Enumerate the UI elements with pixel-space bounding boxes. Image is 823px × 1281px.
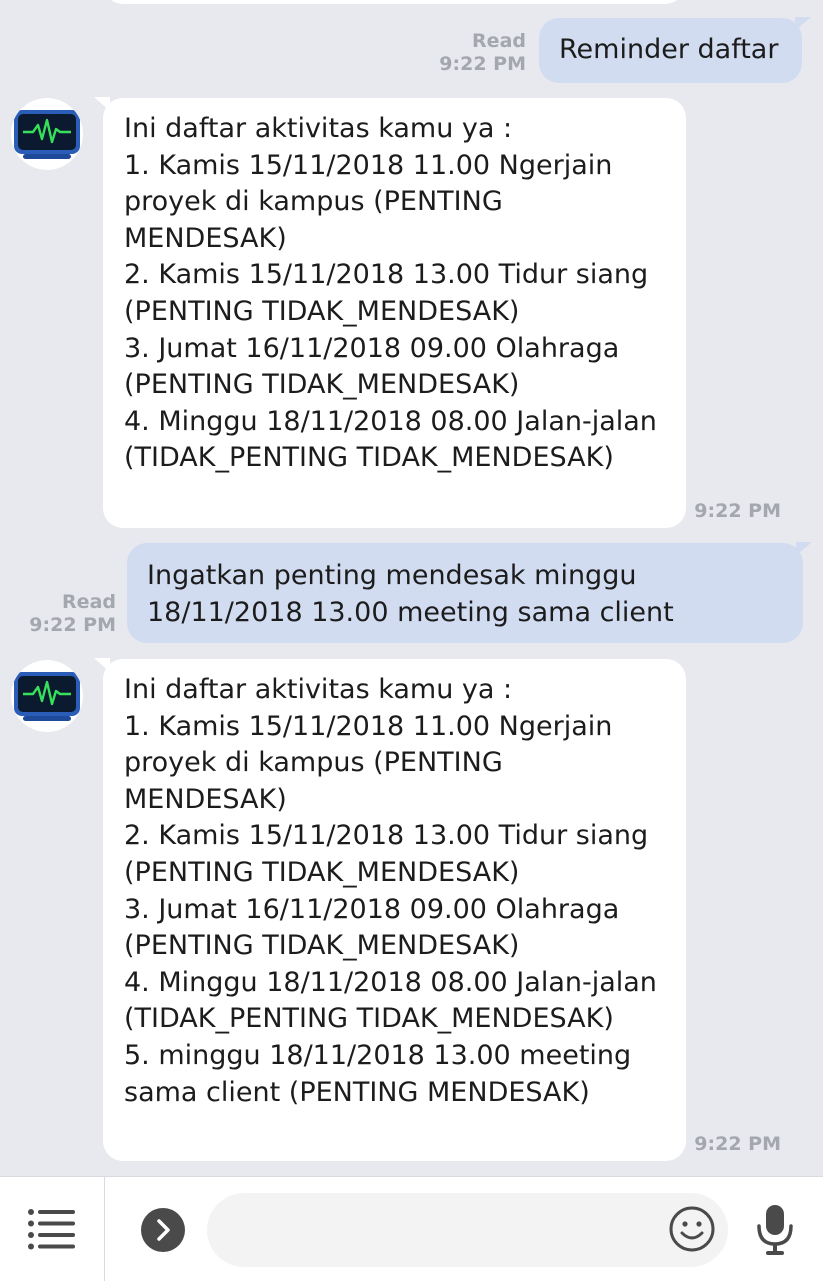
- incoming-message-bubble[interactable]: Ini daftar aktivitas kamu ya : 1. Kamis …: [94, 97, 686, 528]
- bot-avatar[interactable]: [11, 98, 83, 170]
- heartbeat-monitor-icon: [14, 110, 80, 159]
- message-time: 9:22 PM: [694, 500, 781, 522]
- message-meta: Read 9:22 PM: [10, 591, 116, 637]
- menu-button[interactable]: [0, 1177, 105, 1281]
- chat-area[interactable]: Read 9:22 PM Reminder daftar Ini daftar …: [0, 0, 823, 1176]
- smiley-icon: [669, 1206, 715, 1252]
- microphone-button[interactable]: [752, 1202, 798, 1258]
- message-meta: Read 9:22 PM: [420, 30, 526, 76]
- message-time: 9:22 PM: [439, 53, 526, 75]
- previous-message-bubble: [103, 0, 685, 4]
- emoji-button[interactable]: [666, 1203, 718, 1255]
- outgoing-message-bubble[interactable]: Ingatkan penting mendesak minggu 18/11/2…: [127, 542, 812, 643]
- message-time: 9:22 PM: [29, 614, 116, 636]
- microphone-icon: [757, 1205, 793, 1255]
- bot-avatar[interactable]: [11, 660, 83, 732]
- incoming-message-bubble[interactable]: Ini daftar aktivitas kamu ya : 1. Kamis …: [94, 658, 686, 1161]
- composer-bar: [0, 1176, 823, 1281]
- message-input[interactable]: [207, 1193, 728, 1267]
- outgoing-message-bubble[interactable]: Reminder daftar: [539, 17, 811, 83]
- read-status: Read: [62, 591, 116, 613]
- expand-button[interactable]: [141, 1208, 185, 1252]
- read-status: Read: [472, 30, 526, 52]
- chevron-right-icon: [157, 1219, 170, 1241]
- message-time: 9:22 PM: [694, 1133, 781, 1155]
- menu-list-icon: [28, 1209, 75, 1250]
- heartbeat-monitor-icon: [14, 672, 80, 721]
